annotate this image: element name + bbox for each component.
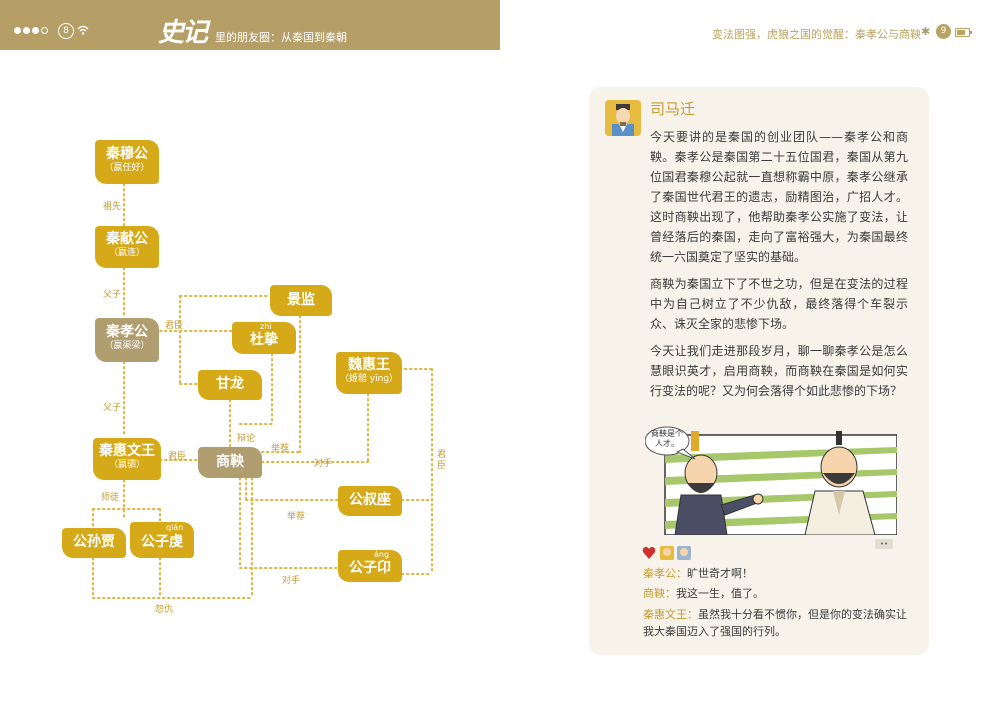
- relation-label: 君臣: [165, 321, 184, 331]
- relation-label: 怨仇: [155, 605, 174, 615]
- node-gongshu-zuo[interactable]: 公叔座: [338, 486, 402, 516]
- node-qin-xiaogong[interactable]: 秦孝公 （嬴渠梁）: [95, 318, 159, 362]
- comment: 秦孝公：旷世奇才啊！: [643, 565, 907, 582]
- comment-author: 秦孝公：: [643, 567, 687, 580]
- relation-label: 举荐: [271, 444, 290, 454]
- post-paragraph: 今天要讲的是秦国的创业团队——秦孝公和商鞅。秦孝公是秦国第二十五位国君，秦国从第…: [650, 130, 908, 264]
- like-button[interactable]: ••: [875, 539, 893, 549]
- comment-text: 旷世奇才啊！: [687, 567, 753, 580]
- node-wei-huiwang[interactable]: 魏惠王 （姬罃 yīng）: [336, 352, 402, 394]
- comment: 商鞅：我这一生，值了。: [643, 585, 907, 602]
- avatar[interactable]: [605, 100, 641, 136]
- relation-label: 君臣: [168, 452, 187, 462]
- likes-row: [642, 545, 698, 565]
- node-gan-long[interactable]: 甘龙: [198, 370, 262, 400]
- comment-author: 秦惠文王：: [643, 608, 698, 621]
- battery-icon: [955, 28, 972, 37]
- relation-label: 师徒: [101, 493, 120, 503]
- relation-label: 父子: [103, 290, 122, 300]
- chapter-title: 变法图强，虎狼之国的觉醒：秦孝公与商鞅: [712, 28, 921, 41]
- relation-label: 对手: [282, 576, 301, 586]
- relation-label: 举荐: [287, 512, 306, 522]
- node-gongsun-jia[interactable]: 公孙贾: [62, 528, 126, 558]
- node-qin-xiangong[interactable]: 秦献公 （嬴连）: [95, 226, 159, 268]
- relation-label: 对手: [314, 459, 333, 469]
- comment: 秦惠文王：虽然我十分看不惯你，但是你的变法确实让我大秦国迈入了强国的行列。: [643, 606, 907, 640]
- node-du-zhi[interactable]: zhì 杜挚: [232, 322, 296, 354]
- node-qin-mugong[interactable]: 秦穆公 （嬴任好）: [95, 140, 159, 184]
- relation-label: 父子: [103, 403, 122, 413]
- comment-text: 我这一生，值了。: [676, 587, 764, 600]
- speech-bubble-text: 商鞅是个人才。: [651, 429, 683, 448]
- relation-label: 辩论: [237, 434, 256, 444]
- comment-author: 商鞅：: [643, 587, 676, 600]
- node-jing-jian[interactable]: 景监: [270, 285, 332, 316]
- page-number-right: 9: [936, 24, 951, 39]
- relationship-connectors: [92, 183, 433, 599]
- heart-icon: [642, 547, 656, 559]
- node-shang-yang[interactable]: 商鞅: [198, 447, 262, 478]
- relation-label: 祖先: [103, 202, 122, 212]
- post-paragraph: 商鞅为秦国立下了不世之功，但是在变法的过程中为自己树立了不少仇敌，最终落得个车裂…: [650, 277, 908, 331]
- post-paragraph: 今天让我们走进那段岁月，聊一聊秦孝公是怎么慧眼识英才，启用商鞅，而商鞅在秦国是如…: [650, 344, 908, 398]
- post-author: 司马迁: [650, 100, 696, 118]
- node-qin-huiwenwang[interactable]: 秦惠文王 （嬴驷）: [93, 438, 161, 480]
- node-gongzi-qian[interactable]: qián 公子虔: [130, 522, 194, 558]
- bluetooth-icon: ✱: [921, 25, 931, 38]
- relation-label: 君臣: [437, 450, 447, 471]
- node-gongzi-ang[interactable]: áng 公子卬: [338, 550, 402, 582]
